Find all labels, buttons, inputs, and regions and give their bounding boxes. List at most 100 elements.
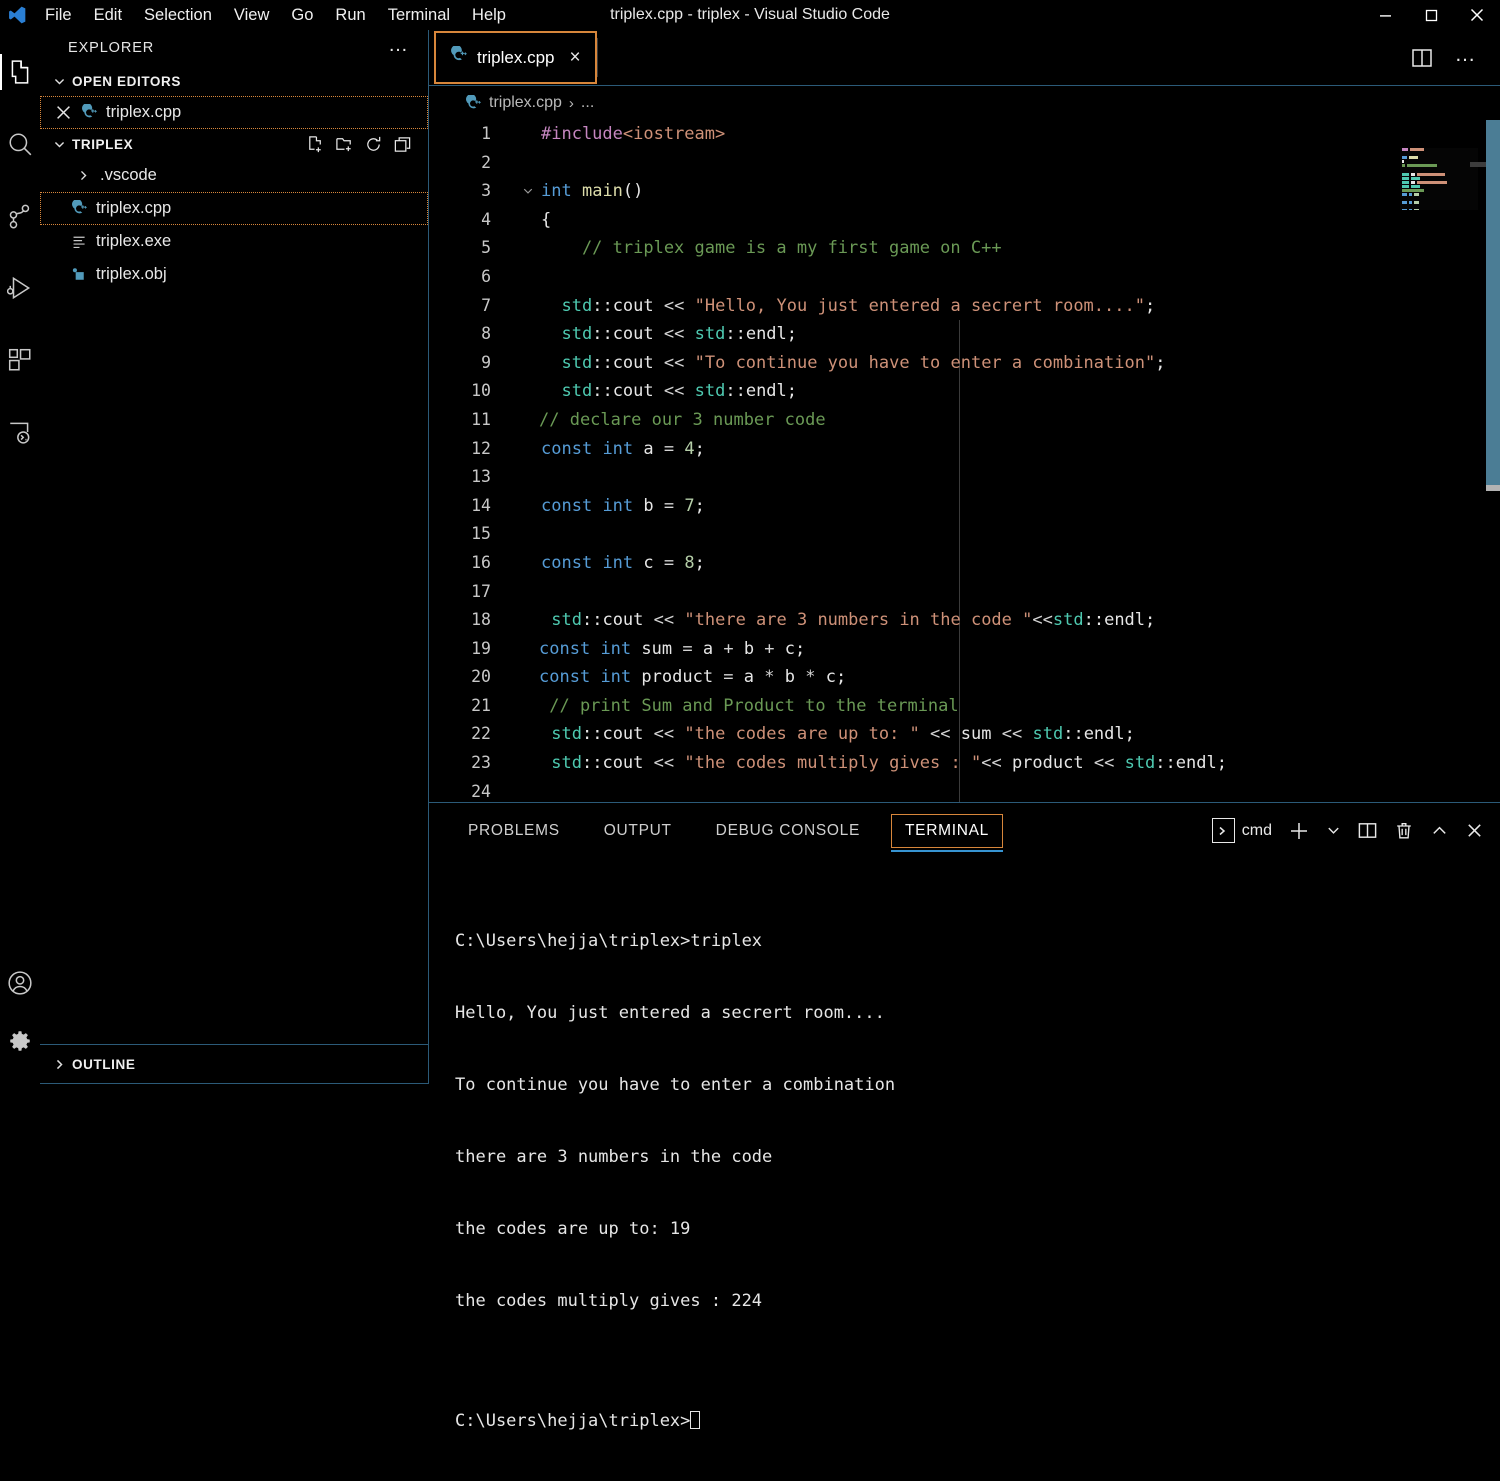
new-folder-icon[interactable] [335, 135, 354, 154]
tab-output[interactable]: OUTPUT [591, 815, 685, 847]
minimap-line [1402, 164, 1476, 167]
sidebar-more-actions-icon[interactable]: … [388, 40, 410, 56]
code-line[interactable]: 8 std::cout << std::endl; [429, 320, 1500, 349]
code-line[interactable]: 13 [429, 463, 1500, 492]
code-line[interactable]: 9 std::cout << "To continue you have to … [429, 349, 1500, 378]
open-editor-item-triplex-cpp[interactable]: triplex.cpp [40, 96, 428, 129]
code-line[interactable]: 12const int a = 4; [429, 435, 1500, 464]
tab-problems[interactable]: PROBLEMS [455, 815, 573, 847]
minimap-slider[interactable] [1486, 485, 1500, 491]
line-number: 11 [429, 406, 517, 435]
menu-item-run[interactable]: Run [324, 0, 376, 30]
tab-terminal[interactable]: TERMINAL [891, 814, 1003, 848]
close-panel-icon[interactable] [1465, 821, 1484, 840]
code-line[interactable]: 18 std::cout << "there are 3 numbers in … [429, 606, 1500, 635]
terminal-output[interactable]: C:\Users\hejja\triplex>triplex Hello, Yo… [429, 858, 1500, 1085]
section-workspace-triplex[interactable]: TRIPLEX [40, 129, 428, 159]
accounts-icon[interactable] [0, 954, 40, 1012]
menu-item-terminal[interactable]: Terminal [377, 0, 461, 30]
minimap-line [1402, 181, 1476, 184]
minimize-icon[interactable] [1362, 0, 1408, 30]
split-editor-right-icon[interactable] [1411, 47, 1433, 69]
extensions-icon[interactable] [0, 324, 40, 396]
minimap-line [1402, 160, 1476, 163]
section-open-editors[interactable]: OPEN EDITORS [40, 66, 428, 96]
explorer-icon[interactable] [0, 36, 40, 108]
menu-item-selection[interactable]: Selection [133, 0, 223, 30]
code-line[interactable]: 14const int b = 7; [429, 492, 1500, 521]
editor-scrollbar[interactable] [1486, 120, 1500, 832]
code-line[interactable]: 3int main() [429, 177, 1500, 206]
code-line[interactable]: 2 [429, 149, 1500, 178]
line-number: 23 [429, 749, 517, 778]
code-text: const int a = 4; [539, 435, 1500, 464]
remote-explorer-icon[interactable] [0, 396, 40, 468]
file-tree-item-triplex-exe[interactable]: triplex.exe [40, 225, 428, 258]
line-number: 1 [429, 120, 517, 149]
breadcrumb[interactable]: triplex.cpp › ... [429, 86, 1500, 121]
maximize-icon[interactable] [1408, 0, 1454, 30]
scrollbar-thumb[interactable] [1486, 120, 1500, 485]
new-terminal-icon[interactable] [1288, 820, 1310, 842]
source-control-icon[interactable] [0, 180, 40, 252]
tab-debug-console[interactable]: DEBUG CONSOLE [703, 815, 873, 847]
code-line[interactable]: 17 [429, 578, 1500, 607]
line-number: 13 [429, 463, 517, 492]
maximize-panel-icon[interactable] [1430, 821, 1449, 840]
split-terminal-icon[interactable] [1357, 820, 1378, 841]
section-outline[interactable]: OUTLINE [40, 1044, 428, 1084]
code-line[interactable]: 6 [429, 263, 1500, 292]
minimap-line [1402, 209, 1476, 210]
file-tree-item-vscode[interactable]: .vscode [40, 159, 428, 192]
breadcrumb-file[interactable]: triplex.cpp [489, 94, 562, 112]
terminal-profile-chevron-icon[interactable] [1326, 823, 1341, 838]
menu-item-view[interactable]: View [223, 0, 280, 30]
file-tree-item-triplex-obj[interactable]: triplex.obj [40, 258, 428, 291]
code-editor[interactable]: 1#include<iostream>2 3int main()4{5 // t… [429, 120, 1500, 832]
file-tree-label: triplex.cpp [92, 199, 171, 218]
code-line[interactable]: 11// declare our 3 number code [429, 406, 1500, 435]
file-tree-item-triplex-cpp[interactable]: triplex.cpp [40, 192, 428, 225]
tab-close-icon[interactable]: × [569, 48, 580, 67]
close-icon[interactable] [1454, 0, 1500, 30]
line-number: 9 [429, 349, 517, 378]
kill-terminal-icon[interactable] [1394, 821, 1414, 841]
breadcrumb-rest[interactable]: ... [581, 94, 594, 112]
code-line[interactable]: 20const int product = a * b * c; [429, 663, 1500, 692]
collapse-folders-icon[interactable] [393, 135, 412, 154]
code-line[interactable]: 7 std::cout << "Hello, You just entered … [429, 292, 1500, 321]
terminal-shell-selector[interactable]: cmd [1212, 818, 1272, 843]
code-line[interactable]: 22 std::cout << "the codes are up to: " … [429, 720, 1500, 749]
activity-bar [0, 30, 40, 1084]
minimap[interactable] [1400, 148, 1478, 210]
menu-item-help[interactable]: Help [461, 0, 517, 30]
more-editor-actions-icon[interactable]: … [1455, 51, 1479, 65]
code-line[interactable]: 19const int sum = a + b + c; [429, 635, 1500, 664]
search-icon[interactable] [0, 108, 40, 180]
code-line[interactable]: 21 // print Sum and Product to the termi… [429, 692, 1500, 721]
terminal-prompt-line: C:\Users\hejja\triplex> [455, 1409, 1500, 1433]
code-line[interactable]: 10 std::cout << std::endl; [429, 377, 1500, 406]
line-number: 4 [429, 206, 517, 235]
code-line[interactable]: 1#include<iostream> [429, 120, 1500, 149]
sidebar-title: EXPLORER [68, 40, 154, 56]
new-file-icon[interactable] [306, 135, 325, 154]
menu-bar[interactable]: File Edit Selection View Go Run Terminal… [34, 0, 517, 30]
settings-gear-icon[interactable] [0, 1012, 40, 1070]
fold-chevron-down-icon[interactable] [517, 185, 539, 197]
code-lines[interactable]: 1#include<iostream>2 3int main()4{5 // t… [429, 120, 1500, 806]
code-line[interactable]: 23 std::cout << "the codes multiply give… [429, 749, 1500, 778]
code-line[interactable]: 16const int c = 8; [429, 549, 1500, 578]
code-line[interactable]: 4{ [429, 206, 1500, 235]
close-icon[interactable] [50, 105, 76, 120]
menu-item-edit[interactable]: Edit [83, 0, 133, 30]
code-line[interactable]: 5 // triplex game is a my first game on … [429, 234, 1500, 263]
run-and-debug-icon[interactable] [0, 252, 40, 324]
tab-triplex-cpp[interactable]: triplex.cpp × [434, 31, 597, 84]
chevron-right-icon [50, 169, 96, 182]
refresh-explorer-icon[interactable] [364, 135, 383, 154]
menu-item-go[interactable]: Go [280, 0, 324, 30]
code-line[interactable]: 15 [429, 520, 1500, 549]
menu-item-file[interactable]: File [34, 0, 83, 30]
tab-divider [597, 38, 598, 77]
